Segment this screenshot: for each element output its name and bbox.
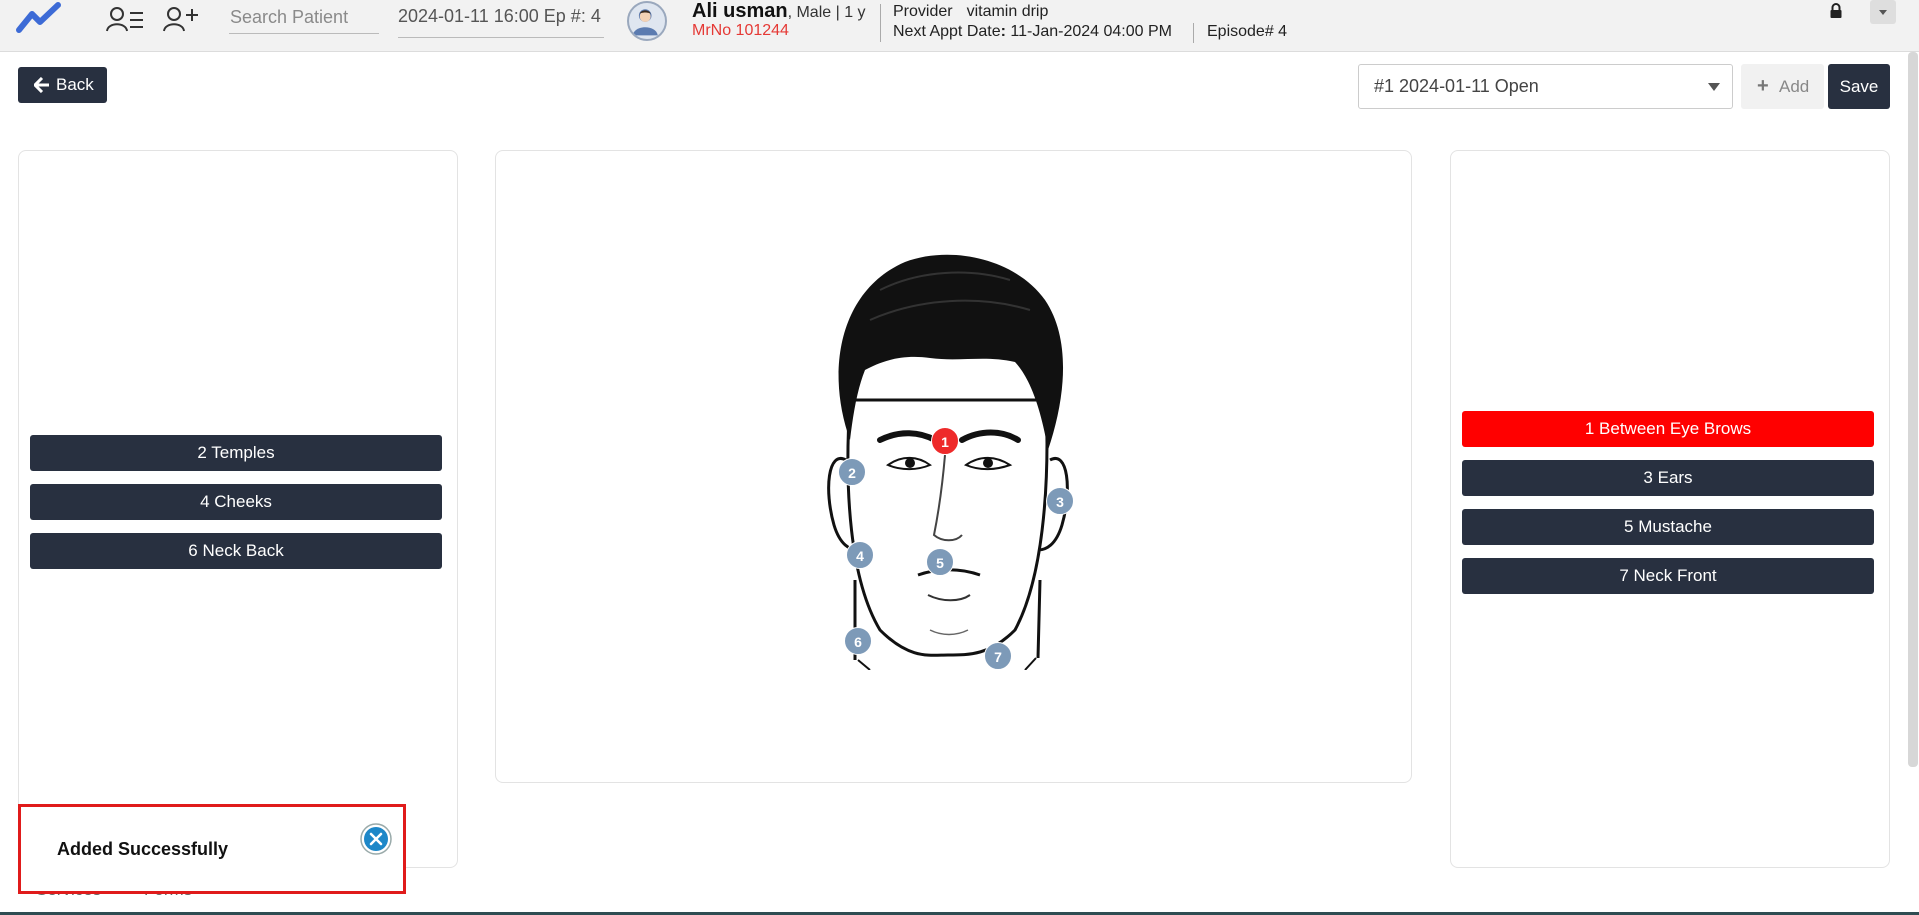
divider — [1193, 23, 1194, 43]
patient-list-icon[interactable] — [106, 5, 144, 35]
provider-label: Provider — [893, 3, 953, 20]
chevron-down-icon — [1879, 10, 1887, 15]
region-button-neck-back[interactable]: 6 Neck Back — [30, 533, 442, 569]
top-bar: 2024-01-11 16:00 Ep #: 4 Ali usman, Male… — [0, 0, 1919, 52]
episode-field[interactable]: 2024-01-11 16:00 Ep #: 4 — [398, 2, 604, 38]
add-patient-icon[interactable] — [163, 5, 201, 35]
face-marker-ears[interactable]: 3 — [1046, 487, 1074, 515]
toast-message: Added Successfully — [57, 839, 229, 859]
page-scrollbar[interactable] — [1908, 52, 1918, 767]
next-appt-value: 11-Jan-2024 04:00 PM — [1010, 23, 1172, 40]
next-appt-label: Next Appt Date — [893, 23, 1001, 40]
chevron-down-icon — [1708, 83, 1720, 91]
mrno: MrNo 101244 — [692, 22, 789, 39]
face-marker-cheeks[interactable]: 4 — [846, 541, 874, 569]
save-button[interactable]: Save — [1828, 64, 1890, 109]
face-marker-neck-front[interactable]: 7 — [984, 642, 1012, 670]
region-button-neck-front[interactable]: 7 Neck Front — [1462, 558, 1874, 594]
divider — [880, 4, 881, 42]
face-marker-temples[interactable]: 2 — [838, 458, 866, 486]
patient-name-text: Ali usman — [692, 0, 788, 22]
patient-avatar-icon — [632, 9, 658, 36]
menu-toggle-button[interactable] — [1870, 0, 1896, 24]
provider-info: Provider vitamin drip — [893, 3, 1048, 21]
episode-select[interactable]: #1 2024-01-11 Open — [1358, 64, 1733, 109]
arrow-left-icon — [34, 77, 49, 93]
region-button-cheeks[interactable]: 4 Cheeks — [30, 484, 442, 520]
app-logo-icon[interactable] — [16, 2, 62, 36]
next-appointment: Next Appt Date: 11-Jan-2024 04:00 PM — [893, 23, 1172, 40]
avatar — [627, 1, 667, 41]
patient-name: Ali usman, Male | 1 y — [692, 0, 866, 23]
success-toast: Added Successfully — [18, 804, 406, 894]
back-button[interactable]: Back — [18, 67, 107, 103]
add-button-label: Add — [1779, 77, 1810, 96]
provider-value: vitamin drip — [966, 3, 1049, 20]
close-icon[interactable] — [360, 823, 392, 855]
search-patient-input[interactable] — [229, 2, 379, 34]
face-marker-neck-back[interactable]: 6 — [844, 627, 872, 655]
episode-select-value: #1 2024-01-11 Open — [1374, 76, 1539, 96]
add-button[interactable]: + Add — [1741, 64, 1824, 109]
right-region-panel: 1 Between Eye Brows 3 Ears 5 Mustache 7 … — [1450, 150, 1890, 868]
face-marker-between-eye-brows[interactable]: 1 — [931, 427, 959, 455]
episode-number: Episode# 4 — [1207, 23, 1288, 40]
lock-icon[interactable] — [1829, 3, 1843, 19]
face-marker-mustache[interactable]: 5 — [926, 548, 954, 576]
region-button-ears[interactable]: 3 Ears — [1462, 460, 1874, 496]
back-button-label: Back — [56, 75, 94, 94]
region-button-between-eye-brows[interactable]: 1 Between Eye Brows — [1462, 411, 1874, 447]
left-region-panel: 2 Temples 4 Cheeks 6 Neck Back — [18, 150, 458, 868]
plus-icon: + — [1757, 75, 1769, 97]
region-button-mustache[interactable]: 5 Mustache — [1462, 509, 1874, 545]
patient-details: , Male | 1 y — [787, 4, 866, 21]
region-button-temples[interactable]: 2 Temples — [30, 435, 442, 471]
